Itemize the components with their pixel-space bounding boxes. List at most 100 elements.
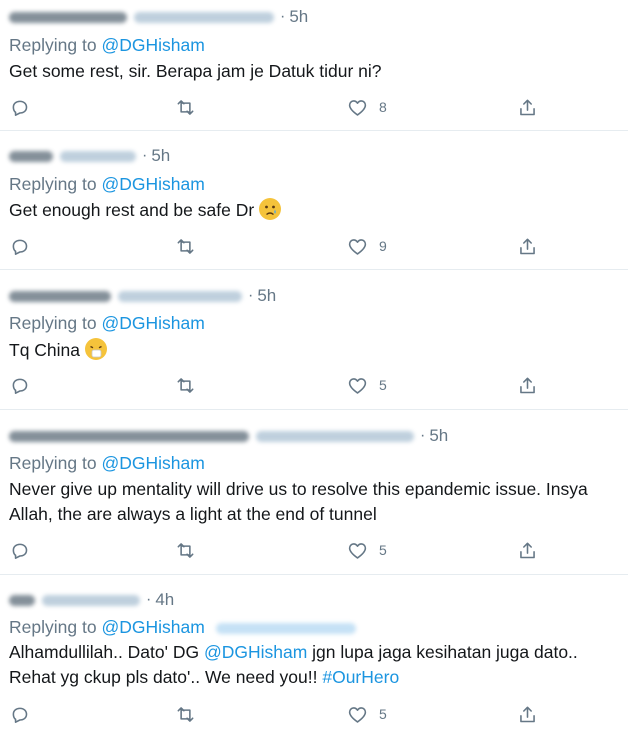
reply-mention-link[interactable]: @DGHisham: [101, 174, 204, 194]
tweet-text: Get some rest, sir. Berapa jam je Datuk …: [9, 61, 382, 81]
reply-button[interactable]: [9, 537, 30, 563]
hashtag-link[interactable]: #OurHero: [322, 667, 399, 687]
tweet-mention-link[interactable]: @DGHisham: [204, 642, 307, 662]
reply-icon: [12, 100, 28, 116]
blurred-display-name: [9, 594, 35, 606]
like-button[interactable]: 5: [347, 372, 387, 398]
replying-to-label: Replying to: [9, 453, 97, 473]
share-button[interactable]: [517, 233, 538, 259]
like-icon: [348, 238, 367, 255]
separator-dot: ·: [248, 287, 254, 304]
tweet[interactable]: · 5h Replying to @DGHisham Get some rest…: [0, 0, 628, 131]
retweet-button[interactable]: [175, 701, 196, 727]
tweet-text: Get enough rest and be safe Dr: [9, 198, 620, 223]
tweet-actions: 5: [0, 372, 628, 398]
tweet-text-content: Tq China: [9, 340, 81, 360]
retweet-button[interactable]: [175, 233, 196, 259]
like-icon: [348, 99, 367, 116]
retweet-icon: [177, 706, 194, 722]
like-button[interactable]: 5: [347, 701, 387, 727]
tweet[interactable]: · 5h Replying to @DGHisham Get enough re…: [0, 131, 628, 270]
blurred-display-name: [9, 150, 53, 162]
tweet-text-part1: Alhamdullilah.. Dato' DG: [9, 642, 204, 662]
share-icon: [520, 238, 535, 254]
tweet-actions: 5: [0, 701, 628, 727]
replying-to: Replying to @DGHisham: [9, 617, 356, 638]
separator-dot: ·: [146, 591, 152, 608]
like-button[interactable]: 5: [347, 537, 387, 563]
replying-to: Replying to @DGHisham: [9, 35, 205, 56]
replying-to-label: Replying to: [9, 35, 97, 55]
reply-icon: [12, 378, 28, 394]
blurred-username: [42, 594, 140, 606]
tweet-time[interactable]: 4h: [155, 590, 174, 610]
tweet-time[interactable]: 5h: [151, 146, 170, 166]
reply-mention-link[interactable]: @DGHisham: [101, 453, 204, 473]
tweet-text: Alhamdullilah.. Dato' DG @DGHisham jgn l…: [9, 640, 620, 690]
separator-dot: ·: [142, 147, 148, 164]
retweet-button[interactable]: [175, 94, 196, 120]
tweet-header: · 5h: [9, 286, 276, 306]
share-icon: [520, 377, 535, 393]
retweet-button[interactable]: [175, 372, 196, 398]
blurred-reply-mention: [215, 622, 356, 634]
tweet[interactable]: · 4h Replying to @DGHisham Alhamdullilah…: [0, 575, 628, 733]
like-icon: [348, 542, 367, 559]
tweet[interactable]: · 5h Replying to @DGHisham Tq China 5: [0, 270, 628, 410]
blurred-username: [256, 430, 414, 442]
tweet-text: Never give up mentality will drive us to…: [9, 479, 588, 524]
reply-button[interactable]: [9, 94, 30, 120]
like-count: 8: [379, 99, 387, 115]
separator-dot: ·: [420, 427, 426, 444]
reply-mention-link[interactable]: @DGHisham: [101, 35, 204, 55]
tweet-header: · 4h: [9, 590, 174, 610]
separator-dot: ·: [280, 8, 286, 25]
share-button[interactable]: [517, 372, 538, 398]
tweet-header: · 5h: [9, 146, 170, 166]
share-button[interactable]: [517, 701, 538, 727]
tweet-time[interactable]: 5h: [289, 7, 308, 27]
tweet-header: · 5h: [9, 426, 448, 446]
share-icon: [520, 542, 535, 558]
blurred-display-name: [9, 290, 111, 302]
tweet-header: · 5h: [9, 7, 308, 27]
retweet-button[interactable]: [175, 537, 196, 563]
like-count: 5: [379, 706, 387, 722]
retweet-icon: [177, 542, 194, 558]
reply-icon: [12, 543, 28, 559]
reply-button[interactable]: [9, 372, 30, 398]
share-button[interactable]: [517, 537, 538, 563]
reply-icon: [12, 239, 28, 255]
like-count: 5: [379, 377, 387, 393]
retweet-icon: [177, 238, 194, 254]
reply-mention-link[interactable]: @DGHisham: [101, 313, 204, 333]
blurred-display-name: [9, 430, 249, 442]
tweet-text: Tq China: [9, 338, 620, 363]
tweet-time[interactable]: 5h: [257, 286, 276, 306]
share-button[interactable]: [517, 94, 538, 120]
like-icon: [348, 706, 367, 723]
tweet-actions: 5: [0, 537, 628, 563]
tweet-text-content: Get enough rest and be safe Dr: [9, 200, 255, 220]
sneezing-face-emoji: [84, 338, 107, 360]
replying-to: Replying to @DGHisham: [9, 453, 205, 474]
like-button[interactable]: 8: [347, 94, 387, 120]
blurred-username: [60, 150, 136, 162]
tweet-time[interactable]: 5h: [429, 426, 448, 446]
tweet[interactable]: · 5h Replying to @DGHisham Never give up…: [0, 410, 628, 575]
tweet-actions: 9: [0, 233, 628, 259]
like-count: 5: [379, 542, 387, 558]
like-button[interactable]: 9: [347, 233, 387, 259]
reply-button[interactable]: [9, 701, 30, 727]
replying-to: Replying to @DGHisham: [9, 313, 205, 334]
share-icon: [520, 99, 535, 115]
reply-button[interactable]: [9, 233, 30, 259]
replying-to-label: Replying to: [9, 617, 97, 637]
blurred-display-name: [9, 11, 127, 23]
reply-icon: [12, 707, 28, 723]
reply-mention-link[interactable]: @DGHisham: [101, 617, 204, 637]
replying-to-label: Replying to: [9, 313, 97, 333]
tweet-actions: 8: [0, 94, 628, 120]
retweet-icon: [177, 377, 194, 393]
share-icon: [520, 706, 535, 722]
